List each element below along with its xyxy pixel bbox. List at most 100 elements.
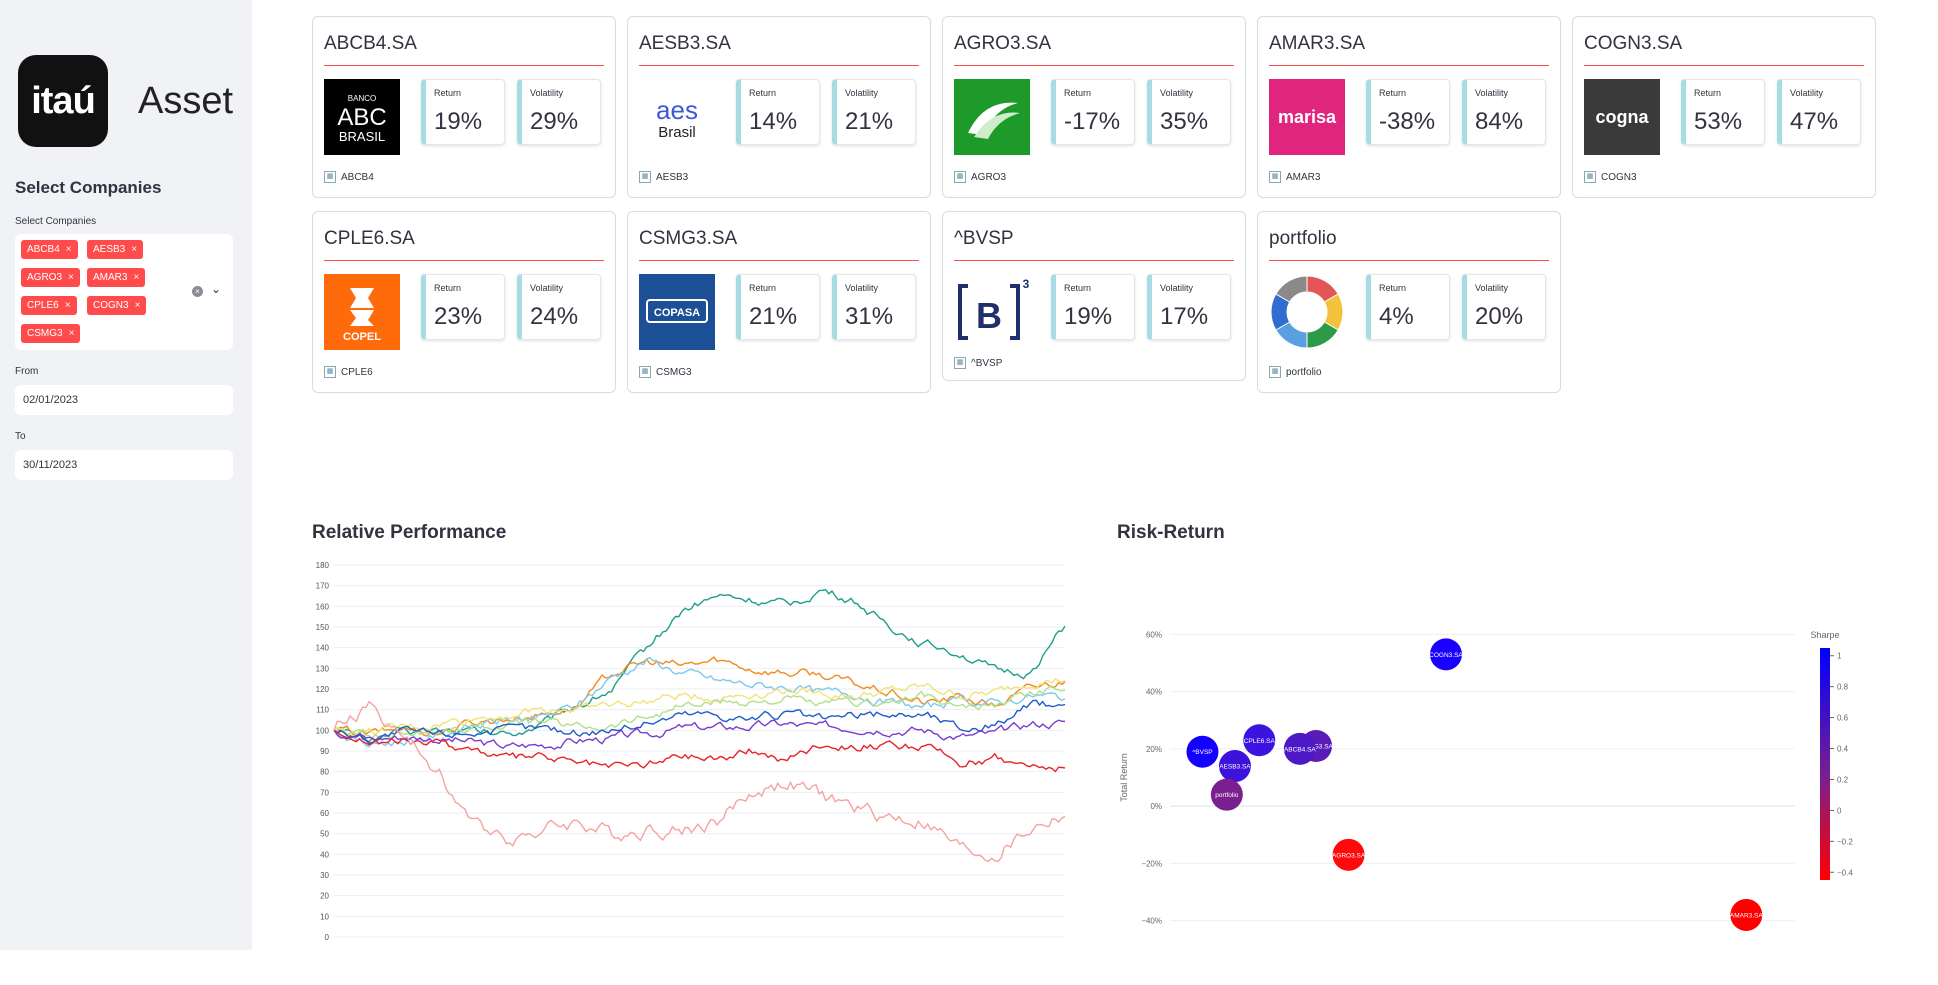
return-metric: Return 19% (421, 79, 505, 145)
tag-cogn3[interactable]: COGN3 × (87, 296, 147, 315)
return-value: 19% (434, 108, 483, 135)
tag-remove-icon[interactable]: × (135, 300, 141, 311)
sidebar: itaú Asset Select Companies Select Compa… (0, 0, 252, 950)
image-icon: ▦ (1269, 366, 1281, 378)
volatility-label: Volatility (530, 283, 564, 293)
card-abcb4: ABCB4.SA BANCO ABC BRASIL Return 19% Volat… (312, 16, 616, 198)
card-caption: ▦ portfolio (1269, 366, 1322, 378)
company-multiselect[interactable]: ABCB4 × AESB3 × AGRO3 × AMAR3 × CPLE6 × COGN3… (15, 234, 233, 350)
volatility-label: Volatility (1160, 88, 1194, 98)
image-icon: ▦ (954, 357, 966, 369)
tag-remove-icon[interactable]: × (65, 300, 71, 311)
volatility-metric: Volatility 47% (1777, 79, 1861, 145)
y-tick-label: 170 (316, 582, 330, 591)
tag-csmg3[interactable]: CSMG3 × (21, 324, 81, 343)
logo-graphic (1270, 275, 1344, 349)
company-logo: marisa (1269, 79, 1345, 155)
y-tick-label: 0% (1150, 802, 1162, 811)
chevron-down-icon[interactable]: ⌄ (211, 282, 221, 296)
card-csmg3: CSMG3.SA COPASA Return 21% Volatility 31… (627, 211, 931, 393)
colorbar-tick-label: −0.2 (1837, 837, 1853, 846)
clear-all-icon[interactable]: × (192, 286, 203, 297)
volatility-value: 20% (1475, 303, 1524, 330)
brand-logo: itaú Asset (18, 55, 233, 147)
tag-cple6[interactable]: CPLE6 × (21, 296, 77, 315)
from-date-input[interactable]: 02/01/2023 (15, 385, 233, 415)
tag-remove-icon[interactable]: × (69, 328, 75, 339)
volatility-metric: Volatility 35% (1147, 79, 1231, 145)
tag-remove-icon[interactable]: × (66, 244, 72, 255)
card-caption-text: AGRO3 (971, 171, 1007, 183)
y-tick-label: 140 (316, 644, 330, 653)
svg-text:aes: aes (656, 95, 698, 125)
y-tick-label: 80 (320, 768, 329, 777)
tag-agro3[interactable]: AGRO3 × (21, 268, 80, 287)
return-label: Return (1064, 283, 1092, 293)
logo-graphic (968, 102, 1020, 139)
svg-text:3: 3 (1023, 277, 1030, 291)
card-caption: ▦ CPLE6 (324, 366, 373, 378)
return-metric: Return -17% (1051, 79, 1135, 145)
svg-text:COPEL: COPEL (343, 331, 381, 343)
tag-label: CSMG3 (27, 328, 63, 339)
logo-graphic: COPASA (646, 299, 708, 323)
logo-graphic: COPEL (343, 288, 381, 343)
volatility-value: 31% (845, 303, 894, 330)
volatility-metric: Volatility 29% (517, 79, 601, 145)
tag-remove-icon[interactable]: × (131, 244, 137, 255)
svg-text:cogna: cogna (1595, 107, 1649, 127)
point-label: AMAR3.SA (1730, 912, 1764, 919)
tag-abcb4[interactable]: ABCB4 × (21, 240, 78, 259)
volatility-metric: Volatility 24% (517, 274, 601, 340)
y-tick-label: 120 (316, 685, 330, 694)
tag-remove-icon[interactable]: × (68, 272, 74, 283)
card-aesb3: AESB3.SA aes Brasil Return 14% Volatility… (627, 16, 931, 198)
return-metric: Return 23% (421, 274, 505, 340)
card-divider (639, 260, 919, 261)
volatility-value: 35% (1160, 108, 1209, 135)
tag-label: AGRO3 (27, 272, 63, 283)
card-caption-text: portfolio (1286, 366, 1322, 378)
return-value: -38% (1379, 108, 1436, 135)
return-metric: Return 53% (1681, 79, 1765, 145)
colorbar-tick-label: 0 (1837, 806, 1842, 815)
risk-return-title: Risk-Return (1117, 522, 1225, 543)
y-tick-label: 30 (320, 871, 329, 880)
card-caption-text: AMAR3 (1286, 171, 1321, 183)
volatility-metric: Volatility 17% (1147, 274, 1231, 340)
svg-text:ABC: ABC (337, 104, 386, 131)
card-title: COGN3.SA (1584, 33, 1683, 54)
card-bvsp: ^BVSP B3 Return 19% Volatility 17% ▦ ^BV… (942, 211, 1246, 381)
return-metric: Return 21% (736, 274, 820, 340)
itau-logo: itaú (18, 55, 108, 147)
risk-return-chart[interactable]: 60% 40% 20% 0% −20% −40% Total Return COGN3.SA C… (1115, 610, 1855, 945)
svg-text:Brasil: Brasil (658, 124, 696, 141)
tag-aesb3[interactable]: AESB3 × (87, 240, 144, 259)
app-root: itaú Asset Select Companies Select Compa… (0, 0, 1938, 985)
point-label: COGN3.SA (1429, 652, 1463, 659)
tag-amar3[interactable]: AMAR3 × (87, 268, 146, 287)
colorbar-title: Sharpe (1810, 630, 1839, 640)
card-divider (954, 260, 1234, 261)
card-title: portfolio (1269, 228, 1337, 249)
svg-text:B: B (976, 295, 1002, 336)
to-date-input[interactable]: 30/11/2023 (15, 450, 233, 480)
svg-text:BANCO: BANCO (348, 94, 376, 103)
y-tick-label: 70 (320, 788, 329, 797)
y-tick-label: 10 (320, 912, 329, 921)
series-line-8 (333, 700, 1066, 863)
return-label: Return (1379, 88, 1407, 98)
tag-label: ABCB4 (27, 244, 60, 255)
image-icon: ▦ (639, 366, 651, 378)
card-divider (1269, 260, 1549, 261)
card-caption: ▦ CSMG3 (639, 366, 692, 378)
card-divider (1269, 65, 1549, 66)
return-label: Return (749, 283, 777, 293)
tag-remove-icon[interactable]: × (133, 272, 139, 283)
return-value: -17% (1064, 108, 1121, 135)
relative-performance-chart[interactable]: 0 10 20 30 40 50 60 70 80 90 100 110 120 130 140 150 160… (310, 555, 1070, 945)
y-tick-label: 130 (316, 664, 330, 673)
volatility-label: Volatility (1790, 88, 1824, 98)
return-value: 53% (1694, 108, 1743, 135)
return-label: Return (1694, 88, 1722, 98)
